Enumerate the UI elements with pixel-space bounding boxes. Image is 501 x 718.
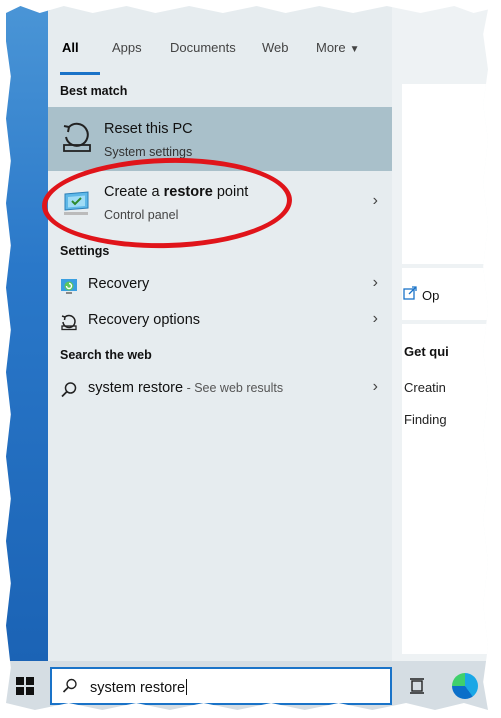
settings-item-recovery-options-label: Recovery options <box>88 312 201 328</box>
search-tabs: All Apps Documents Web More ▼ <box>48 6 392 80</box>
windows-start-icon[interactable] <box>16 677 34 695</box>
web-search-query: system restore <box>88 380 184 396</box>
best-match-result[interactable]: Reset this PC System settings <box>48 107 392 171</box>
restore-point-title: Create a restore point <box>104 184 248 200</box>
restore-title-prefix: Create a <box>104 184 164 200</box>
section-search-web: Search the web <box>60 348 152 362</box>
preview-quick-card <box>402 324 488 654</box>
settings-item-recovery-options[interactable]: Recovery options › <box>48 304 392 338</box>
settings-item-recovery-label: Recovery <box>88 276 150 292</box>
task-view-icon[interactable] <box>408 677 426 695</box>
get-quick-help-title: Get qui <box>404 344 449 359</box>
tab-more[interactable]: More ▼ <box>316 40 360 55</box>
open-action[interactable]: Op <box>422 288 439 303</box>
preview-card <box>402 84 488 264</box>
search-icon <box>62 678 77 693</box>
web-search-label: system restore - See web results <box>88 380 283 396</box>
chevron-right-icon[interactable]: › <box>373 274 378 292</box>
desktop-wallpaper <box>6 6 50 661</box>
best-match-title: Reset this PC <box>104 121 193 137</box>
taskbar-search-box[interactable]: system restore <box>50 667 392 705</box>
screenshot: All Apps Documents Web More ▼ Best match … <box>6 6 488 710</box>
edge-browser-icon[interactable] <box>452 673 478 699</box>
section-settings: Settings <box>60 244 110 258</box>
search-results-pane: All Apps Documents Web More ▼ Best match … <box>48 6 392 661</box>
restore-title-suffix: point <box>212 184 249 200</box>
restore-point-result[interactable]: Create a restore point Control panel › <box>48 174 392 232</box>
chevron-right-icon[interactable]: › <box>373 192 378 210</box>
web-search-hint: - See web results <box>183 381 284 395</box>
open-icon <box>403 286 417 300</box>
chevron-right-icon[interactable]: › <box>373 378 378 396</box>
system-properties-icon <box>64 191 89 215</box>
settings-item-recovery[interactable]: Recovery › <box>48 268 392 302</box>
quick-help-item[interactable]: Creatin <box>404 380 446 395</box>
preview-pane: Op Get qui Creatin Finding <box>392 6 488 661</box>
tab-web[interactable]: Web <box>262 40 289 55</box>
tab-more-label: More <box>316 40 346 55</box>
text-caret <box>186 679 188 695</box>
tab-apps[interactable]: Apps <box>112 40 142 55</box>
quick-help-item[interactable]: Finding <box>404 412 447 427</box>
chevron-down-icon: ▼ <box>349 44 360 55</box>
search-input[interactable]: system restore <box>90 679 188 696</box>
web-search-result[interactable]: system restore - See web results › <box>48 372 392 406</box>
taskbar: system restore <box>6 661 488 710</box>
section-best-match: Best match <box>60 84 128 98</box>
tab-all[interactable]: All <box>62 40 79 55</box>
recovery-options-icon <box>61 314 77 331</box>
chevron-right-icon[interactable]: › <box>373 310 378 328</box>
recovery-icon <box>61 279 77 294</box>
search-icon <box>61 382 77 398</box>
search-input-value: system restore <box>90 680 186 696</box>
active-tab-indicator <box>60 72 100 75</box>
best-match-subtitle: System settings <box>104 145 193 159</box>
restore-title-bold: restore <box>163 184 213 200</box>
reset-pc-icon <box>63 122 91 152</box>
restore-point-subtitle: Control panel <box>104 208 179 222</box>
tab-documents[interactable]: Documents <box>170 40 236 55</box>
